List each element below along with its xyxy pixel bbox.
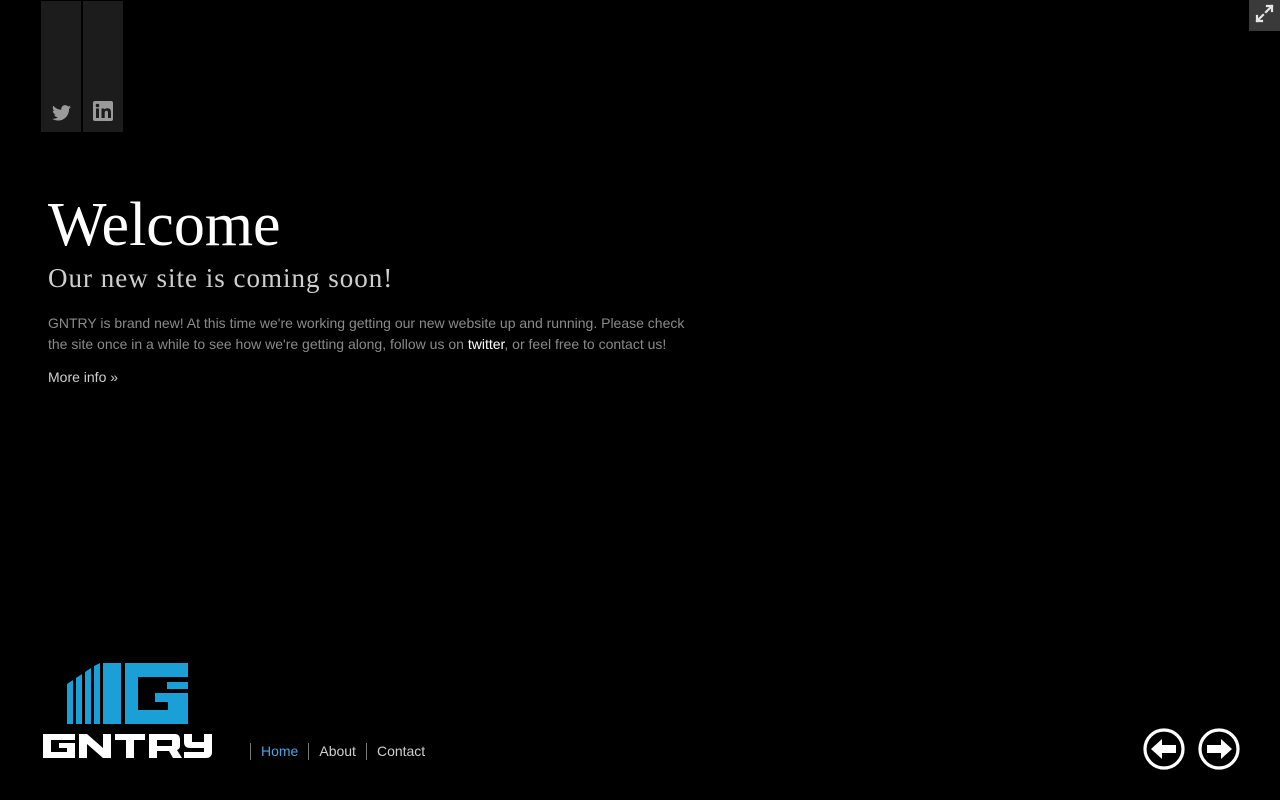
nav-item-about[interactable]: About — [308, 743, 366, 760]
hero-section: Welcome Our new site is coming soon! GNT… — [48, 188, 708, 387]
arrow-right-circle-icon — [1198, 728, 1240, 774]
fullscreen-toggle-icon — [1254, 3, 1275, 29]
more-info-link[interactable]: More info » — [48, 369, 118, 385]
twitter-link[interactable] — [41, 1, 81, 132]
gntry-logo[interactable] — [43, 662, 213, 760]
main-nav: Home About Contact — [250, 743, 435, 760]
twitter-icon — [51, 105, 71, 121]
nav-item-contact[interactable]: Contact — [365, 743, 435, 760]
twitter-text-link[interactable]: twitter — [468, 336, 505, 352]
intro-paragraph: GNTRY is brand new! At this time we're w… — [48, 313, 693, 355]
fullscreen-toggle-button[interactable] — [1249, 0, 1280, 31]
intro-text-end: , or feel free to contact us! — [504, 336, 667, 352]
next-slide-button[interactable] — [1198, 728, 1240, 770]
arrow-left-circle-icon — [1143, 728, 1185, 774]
nav-item-home[interactable]: Home — [250, 743, 308, 760]
previous-slide-button[interactable] — [1143, 728, 1185, 770]
linkedin-icon — [93, 101, 113, 121]
linkedin-link[interactable] — [83, 1, 123, 132]
page-title: Welcome — [48, 191, 281, 259]
page-subtitle: Our new site is coming soon! — [48, 263, 394, 293]
